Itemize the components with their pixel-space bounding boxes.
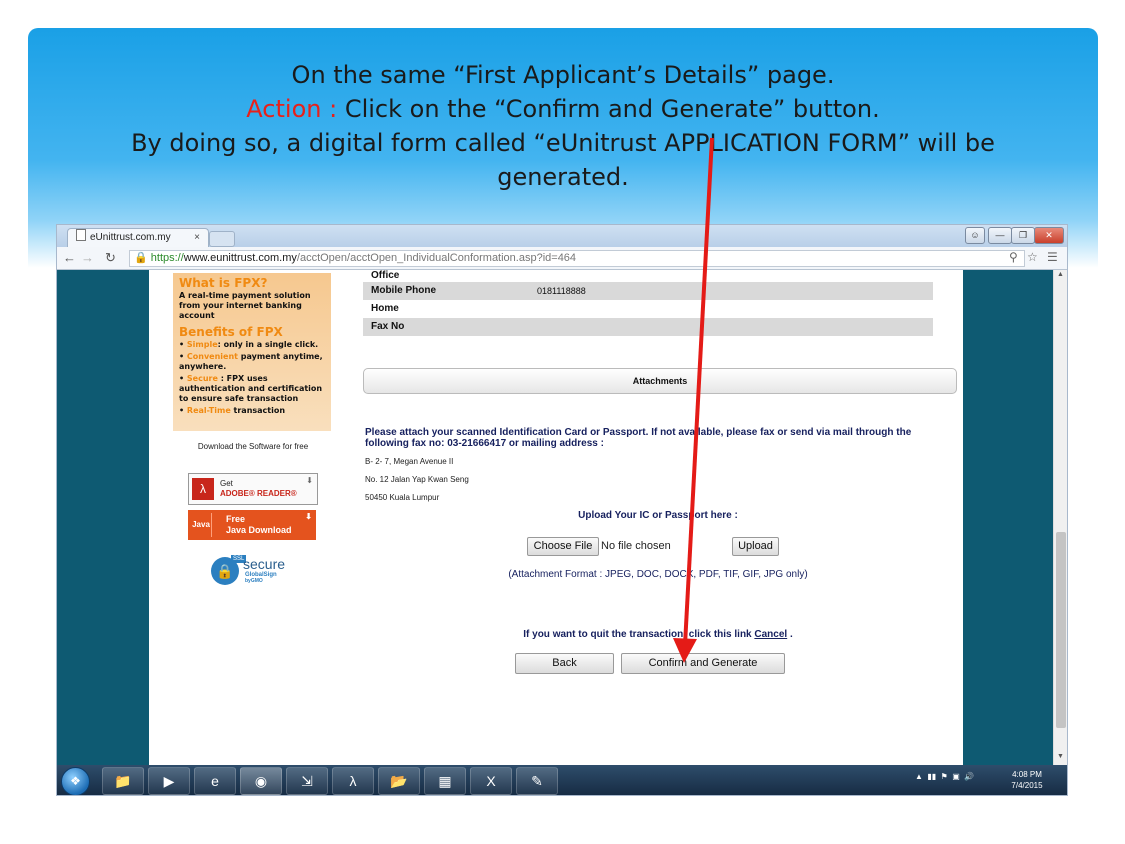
annotation-arrow <box>673 137 714 663</box>
arrow-head-icon <box>673 638 697 663</box>
arrow-line <box>683 137 714 646</box>
